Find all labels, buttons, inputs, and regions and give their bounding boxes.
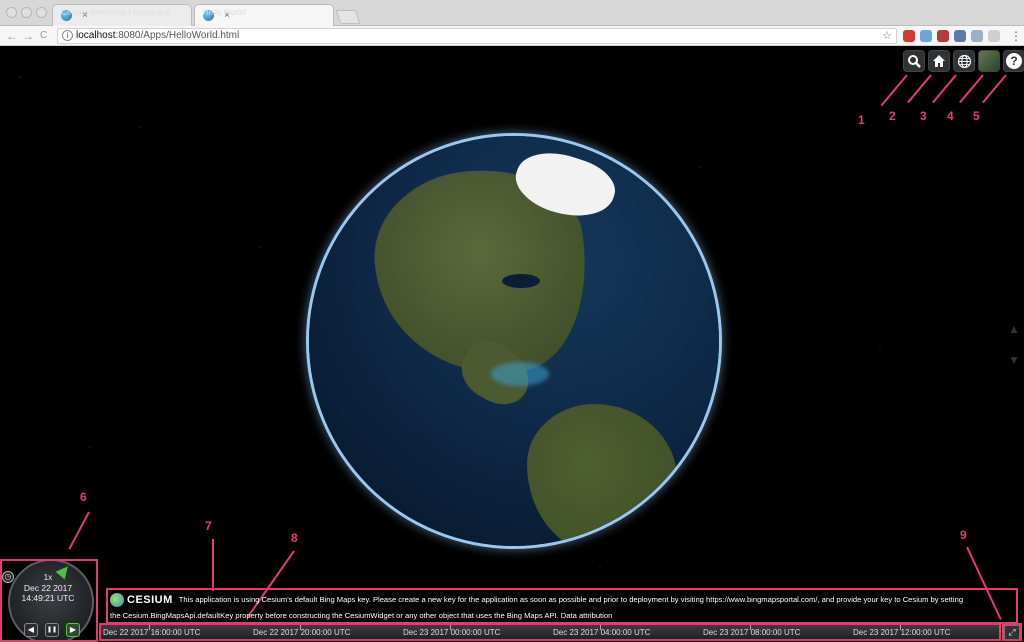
extension-grey-icon[interactable] [971,30,983,42]
annotation-label-3: 3 [920,109,927,123]
home-button[interactable] [928,50,950,72]
caribbean-shoals [491,362,549,386]
address-bar: ← → C i localhost:8080/Apps/HelloWorld.h… [0,26,1024,46]
url-host: localhost [76,30,116,41]
great-lakes [502,274,540,288]
globe-icon [957,54,971,68]
browser-menu-icon[interactable]: ⋮ [1010,28,1022,44]
help-icon: ? [1006,53,1022,69]
reload-button[interactable]: C [40,28,47,44]
annotation-label-4: 4 [947,109,954,123]
scene-mode-button[interactable] [953,50,975,72]
annotation-label-8: 8 [291,531,298,545]
annotation-label-7: 7 [205,519,212,533]
site-info-icon[interactable]: i [62,30,73,41]
annotation-label-5: 5 [973,109,980,123]
home-icon [933,55,945,67]
forward-button[interactable]: → [22,28,34,44]
help-button[interactable]: ? [1003,50,1024,72]
maximize-window-button[interactable] [36,7,47,18]
tab-cesium-workshop[interactable]: Cesium Workshop | cesiumjs.o × [52,4,192,26]
new-tab-button[interactable] [335,10,361,24]
annotation-label-9: 9 [960,528,967,542]
extension-red-icon[interactable] [937,30,949,42]
extension-light-icon[interactable] [988,30,1000,42]
cesium-toolbar: ? [903,50,1024,72]
annotation-label-6: 6 [80,490,87,504]
minimize-window-button[interactable] [21,7,32,18]
extension-blue-icon[interactable] [920,30,932,42]
base-layer-picker-button[interactable] [978,50,1000,72]
annotation-box-9 [1002,623,1022,641]
annotation-arrow-7 [212,539,214,591]
scroll-down-icon: ▼ [1008,353,1020,367]
annotation-label-2: 2 [889,109,896,123]
close-window-button[interactable] [6,7,17,18]
scroll-up-icon: ▲ [1008,322,1020,336]
back-button[interactable]: ← [6,28,18,44]
bookmark-star-icon[interactable]: ☆ [882,29,892,43]
cesium-viewer[interactable]: ? 1 2 3 4 5 ▲ ▼ 6 7 8 9 ◷ 1x Dec 22 2017… [0,47,1024,642]
annotation-box-6 [0,559,98,642]
browser-tab-bar: Cesium Workshop | cesiumjs.o × Hello Wor… [0,0,1024,26]
url-input[interactable]: i localhost:8080/Apps/HelloWorld.html ☆ [57,28,897,44]
extension-vpn-icon[interactable] [954,30,966,42]
south-america-landmass [527,404,677,546]
tab-title: Cesium Workshop | cesiumjs.o [61,8,171,17]
tab-title: Hello World! [203,8,247,17]
search-icon [908,55,921,68]
annotation-label-1: 1 [858,113,865,127]
globe[interactable] [309,136,719,546]
extension-opera-icon[interactable] [903,30,915,42]
annotation-box-7 [106,588,1018,624]
annotation-box-8 [99,623,1001,641]
url-path: :8080/Apps/HelloWorld.html [115,30,240,41]
tab-hello-world[interactable]: Hello World! × [194,4,334,26]
geocoder-search-button[interactable] [903,50,925,72]
